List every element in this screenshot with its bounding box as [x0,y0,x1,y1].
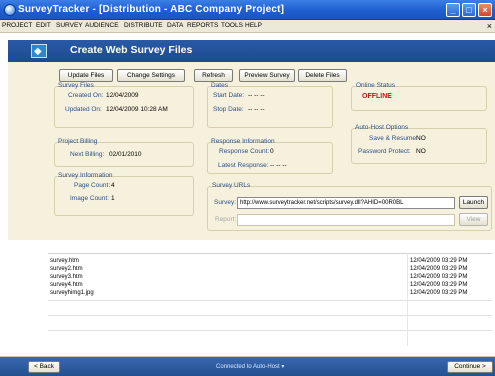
project-billing-title: Project Billing [58,138,98,145]
bottom-bar: Connected to Auto-Host ▾ < Back Continue… [0,356,495,376]
window-title: SurveyTracker - [Distribution - ABC Comp… [18,4,285,15]
next-billing-label: Next Billing: [70,151,105,158]
list-divider [48,315,492,316]
minimize-button[interactable]: _ [446,3,460,17]
minimize-icon: _ [450,5,456,15]
image-count-label: Image Count: [70,195,110,202]
menu-distribute[interactable]: DISTRIBUTE [124,22,163,29]
maximize-button[interactable]: □ [462,3,476,17]
file-name: survey3.htm [50,274,83,280]
delete-files-button[interactable]: Delete Files [298,69,347,82]
response-count-label: Response Count: [219,148,270,155]
list-item[interactable]: survey3.htm 12/04/2009 03:29 PM [48,274,492,282]
updated-on-value: 12/04/2009 10:28 AM [106,106,168,113]
document-close-icon[interactable]: × [487,21,492,31]
maximize-icon: □ [466,5,472,15]
file-date: 12/04/2009 03:29 PM [410,282,468,288]
list-item[interactable]: survey2.htm 12/04/2009 03:29 PM [48,266,492,274]
launch-button[interactable]: Launch [459,196,488,209]
update-files-button[interactable]: Update Files [59,69,113,82]
latest-response-value: -- -- -- [270,162,287,169]
continue-button[interactable]: Continue > [447,361,493,373]
start-date-value: -- -- -- [248,92,265,99]
page-title: Create Web Survey Files [70,44,193,56]
menu-edit[interactable]: EDIT [36,22,51,29]
survey-files-title: Survey Files [58,82,94,89]
file-name: survey4.htm [50,282,83,288]
menu-data[interactable]: DATA [167,22,183,29]
next-billing-value: 02/01/2010 [109,151,142,158]
file-date: 12/04/2009 03:29 PM [410,258,468,264]
chevron-down-icon: ▾ [281,364,285,370]
file-name: surveyhimg1.jpg [50,290,94,296]
start-date-label: Start Date: [213,92,245,99]
status-strip: Connected to Auto-Host ▾ [0,357,495,376]
refresh-button[interactable]: Refresh [194,69,233,82]
report-url-label: Report: [215,216,237,223]
file-date: 12/04/2009 03:29 PM [410,274,468,280]
list-column-divider [407,253,408,346]
list-divider [48,330,492,331]
report-url-field[interactable] [237,214,455,226]
title-bar: SurveyTracker - [Distribution - ABC Comp… [0,0,495,20]
view-button[interactable]: View [459,213,488,226]
survey-urls-title: Survey URLs [212,182,251,189]
web-survey-icon: ◆ [31,44,47,58]
response-info-title: Response Information [211,138,275,145]
auto-host-options-title: Auto-Host Options [355,124,409,131]
password-protect-value: NO [416,148,426,155]
survey-url-label: Survey: [214,199,237,206]
page-header: ◆ Create Web Survey Files [8,40,495,62]
response-info-group [207,142,333,174]
menu-help[interactable]: HELP [245,22,262,29]
dates-title: Dates [211,82,228,89]
stop-date-label: Stop Date: [213,106,244,113]
list-divider [48,300,492,301]
main-panel: Update Files Change Settings Refresh Pre… [8,62,495,240]
menu-tools[interactable]: TOOLS [221,22,243,29]
app-logo-icon [4,4,16,16]
save-resume-label: Save & Resume: [369,135,418,142]
auto-host-options-group [351,128,487,164]
created-on-label: Created On: [68,92,104,99]
survey-url-field[interactable]: http://www.surveytracker.net/scripts/sur… [237,197,455,209]
image-count-value: 1 [111,195,115,202]
updated-on-label: Updated On: [65,106,102,113]
password-protect-label: Password Protect: [358,148,411,155]
menu-audience[interactable]: AUDIENCE [85,22,119,29]
change-settings-button[interactable]: Change Settings [117,69,185,82]
latest-response-label: Latest Response: [218,162,269,169]
save-resume-value: NO [416,135,426,142]
file-name: survey.htm [50,258,79,264]
menu-project[interactable]: PROJECT [2,22,32,29]
file-date: 12/04/2009 03:29 PM [410,290,468,296]
menu-reports[interactable]: REPORTS [187,22,218,29]
menu-bar: PROJECT EDIT SURVEY AUDIENCE DISTRIBUTE … [0,20,495,33]
file-name: survey2.htm [50,266,83,272]
list-item[interactable]: survey.htm 12/04/2009 03:29 PM [48,258,492,266]
back-button[interactable]: < Back [28,361,60,373]
page-count-label: Page Count: [74,182,111,189]
stop-date-value: -- -- -- [248,106,265,113]
survey-information-title: Survey Information [58,172,113,179]
created-on-value: 12/04/2009 [106,92,139,99]
list-item[interactable]: survey4.htm 12/04/2009 03:29 PM [48,282,492,290]
close-button[interactable]: × [478,3,492,17]
preview-survey-button[interactable]: Preview Survey [239,69,295,82]
close-icon: × [482,5,488,15]
menu-survey[interactable]: SURVEY [56,22,83,29]
page-count-value: 4 [111,182,115,189]
online-status-title: Online Status [356,82,396,89]
response-count-value: 0 [270,148,274,155]
connection-status[interactable]: Connected to Auto-Host ▾ [216,363,284,370]
file-date: 12/04/2009 03:29 PM [410,266,468,272]
online-status-badge: OFFLINE [362,93,392,100]
list-item[interactable]: surveyhimg1.jpg 12/04/2009 03:29 PM [48,290,492,298]
